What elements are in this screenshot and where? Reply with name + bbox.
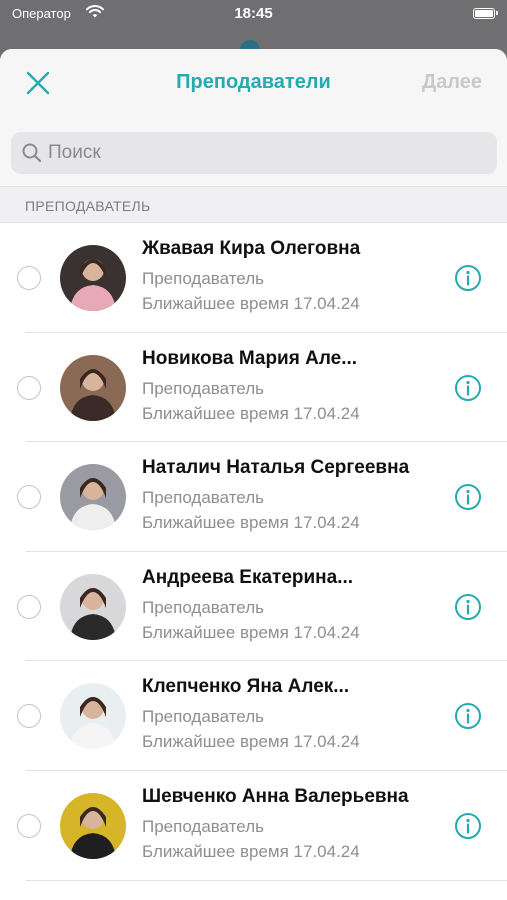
info-button[interactable] bbox=[454, 264, 482, 292]
info-icon bbox=[455, 703, 481, 730]
teacher-role: Преподаватель bbox=[142, 378, 264, 398]
select-radio[interactable] bbox=[17, 485, 41, 510]
nearest-time: Ближайшее время 17.04.24 bbox=[142, 294, 360, 313]
teacher-row[interactable]: Новикова Мария Але... Преподаватель Ближай… bbox=[0, 333, 507, 443]
avatar bbox=[60, 354, 126, 421]
teacher-row[interactable]: Шевченко Анна Валерьевна Преподаватель Бли… bbox=[0, 771, 507, 881]
teachers-modal-sheet: Преподаватели Далее ПРЕПОДАВАТЕЛЬ Жвавая… bbox=[0, 49, 507, 900]
teacher-role: Преподаватель bbox=[142, 707, 264, 727]
teacher-list: Жвавая Кира Олеговна Преподаватель Ближайш… bbox=[0, 223, 507, 881]
search-input[interactable] bbox=[48, 132, 478, 174]
teacher-role: Преподаватель bbox=[142, 597, 264, 617]
info-icon bbox=[455, 812, 481, 839]
avatar bbox=[60, 683, 126, 750]
teacher-row[interactable]: Андреева Екатерина... Преподаватель Ближай… bbox=[0, 552, 507, 662]
avatar bbox=[60, 245, 126, 311]
nearest-time: Ближайшее время 17.04.24 bbox=[142, 513, 360, 533]
teacher-name: Новикова Мария Але... bbox=[142, 347, 358, 369]
clock-time: 18:45 bbox=[234, 5, 273, 22]
search-field[interactable] bbox=[11, 132, 497, 174]
avatar bbox=[60, 792, 126, 859]
nearest-time: Ближайшее время 17.04.24 bbox=[142, 841, 360, 861]
info-button[interactable] bbox=[454, 593, 482, 621]
teacher-name: Клепченко Яна Алек... bbox=[142, 676, 350, 698]
teacher-role: Преподаватель bbox=[142, 816, 264, 836]
info-icon bbox=[455, 265, 481, 291]
teacher-name: Наталич Наталья Сергеевна bbox=[142, 457, 410, 479]
info-button[interactable] bbox=[454, 702, 482, 730]
status-bar: Оператор 18:45 bbox=[0, 0, 507, 30]
teacher-name: Жвавая Кира Олеговна bbox=[142, 238, 361, 259]
teacher-row[interactable]: Наталич Наталья Сергеевна Преподаватель Бл… bbox=[0, 442, 507, 552]
select-radio[interactable] bbox=[17, 813, 41, 838]
section-label: ПРЕПОДАВАТЕЛЬ bbox=[25, 198, 151, 214]
select-radio[interactable] bbox=[17, 266, 41, 290]
teacher-name: Шевченко Анна Валерьевна bbox=[142, 785, 409, 807]
teacher-row[interactable]: Жвавая Кира Олеговна Преподаватель Ближайш… bbox=[0, 223, 507, 333]
section-header: ПРЕПОДАВАТЕЛЬ bbox=[0, 186, 507, 223]
teacher-row[interactable]: Клепченко Яна Алек... Преподаватель Ближай… bbox=[0, 661, 507, 771]
info-button[interactable] bbox=[454, 812, 482, 840]
avatar bbox=[60, 573, 126, 640]
teacher-role: Преподаватель bbox=[142, 269, 264, 288]
teacher-name: Андреева Екатерина... bbox=[142, 566, 354, 588]
info-icon bbox=[455, 374, 481, 401]
search-icon bbox=[21, 142, 43, 164]
nearest-time: Ближайшее время 17.04.24 bbox=[142, 732, 360, 752]
next-button[interactable]: Далее bbox=[422, 71, 482, 94]
info-icon bbox=[455, 484, 481, 511]
info-button[interactable] bbox=[454, 483, 482, 511]
row-divider bbox=[26, 879, 507, 881]
navigation-bar: Преподаватели Далее bbox=[0, 49, 507, 119]
search-bar bbox=[0, 119, 507, 186]
info-button[interactable] bbox=[454, 374, 482, 402]
teacher-role: Преподаватель bbox=[142, 488, 264, 508]
nearest-time: Ближайшее время 17.04.24 bbox=[142, 622, 360, 642]
select-radio[interactable] bbox=[17, 375, 41, 400]
nearest-time: Ближайшее время 17.04.24 bbox=[142, 403, 360, 423]
info-icon bbox=[455, 593, 481, 620]
select-radio[interactable] bbox=[17, 704, 41, 729]
battery-icon bbox=[473, 8, 498, 19]
avatar bbox=[60, 464, 126, 531]
select-radio[interactable] bbox=[17, 594, 41, 619]
